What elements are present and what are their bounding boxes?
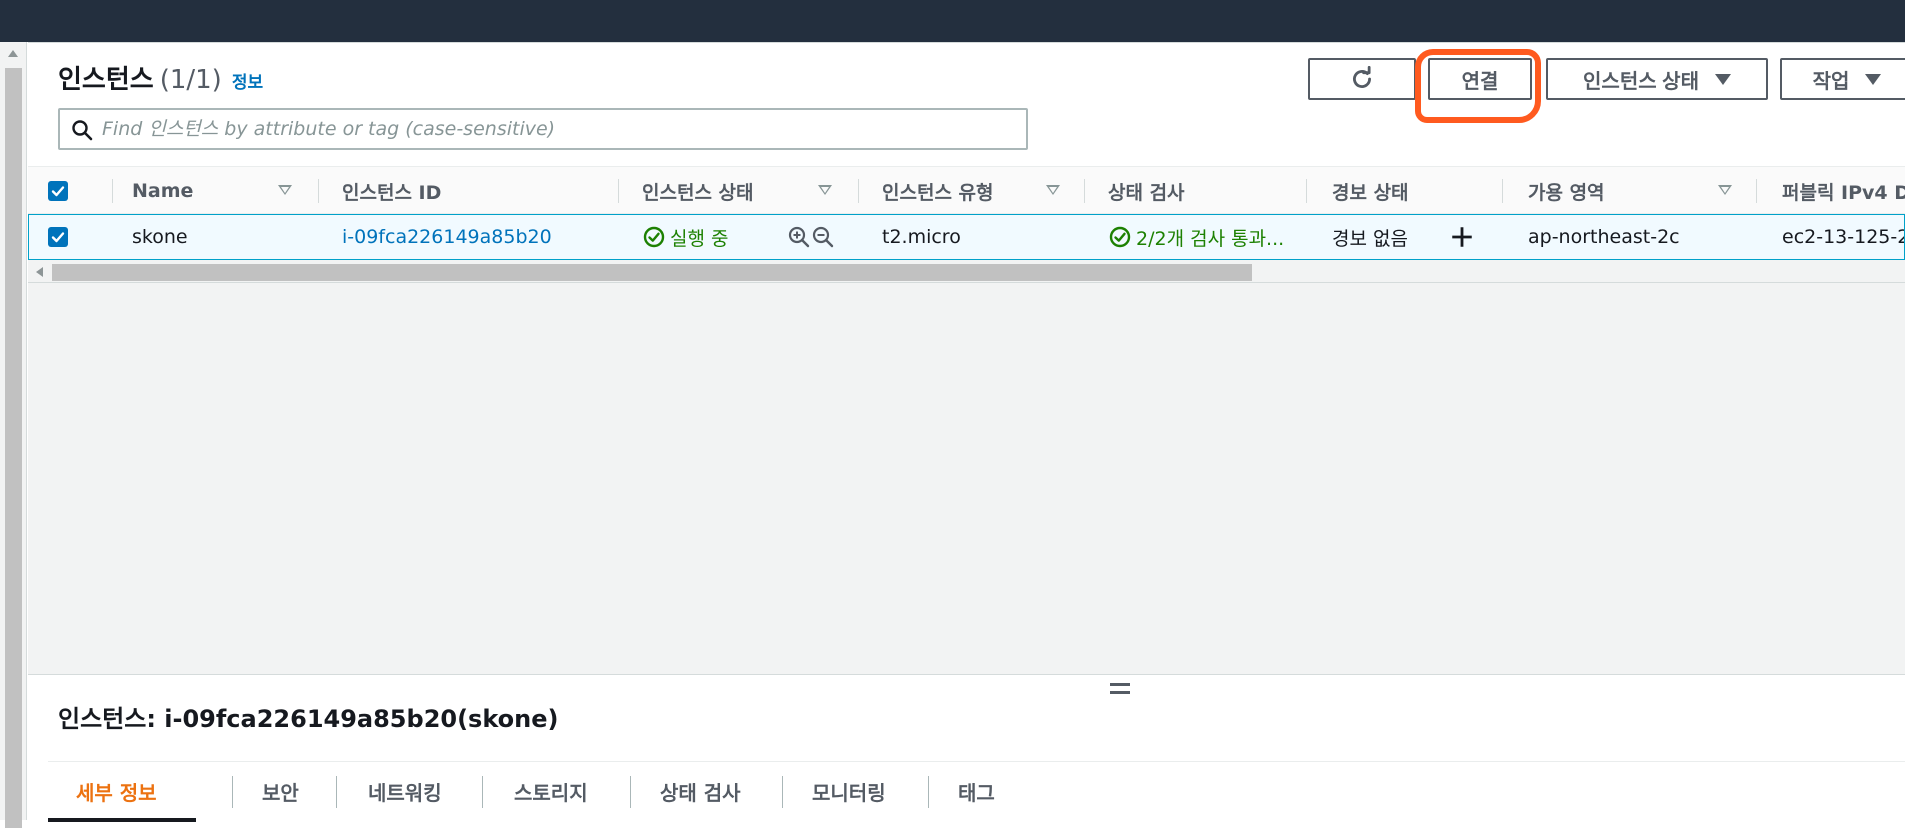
actions-dropdown[interactable]: 작업 (1780, 58, 1905, 100)
check-icon (51, 186, 65, 197)
instance-state-label: 인스턴스 상태 (1583, 70, 1699, 93)
add-alarm-button[interactable] (1449, 215, 1475, 259)
connect-button[interactable]: 연결 (1428, 58, 1532, 100)
status-ok-icon (1109, 226, 1131, 248)
refresh-button[interactable] (1308, 58, 1416, 100)
active-tab-underline (48, 818, 196, 822)
sort-instance-state[interactable] (818, 167, 838, 215)
detail-title: 인스턴스: i-09fca226149a85b20(skone) (58, 705, 559, 733)
column-header-instance-type[interactable]: 인스턴스 유형 (882, 167, 994, 215)
cell-alarm-state: 경보 없음 (1332, 227, 1408, 250)
actions-label: 작업 (1812, 70, 1850, 93)
info-link[interactable]: 정보 (232, 73, 263, 93)
check-icon (51, 232, 65, 243)
column-header-instance-id[interactable]: 인스턴스 ID (342, 167, 441, 215)
instances-page: 인스턴스(1/1) 정보 연결 인스턴스 상태 작업 Name 인스턴스 ID 인… (28, 42, 1905, 822)
column-header-alarm-state[interactable]: 경보 상태 (1332, 167, 1409, 215)
cell-status-check[interactable]: 2/2개 검사 통과... (1108, 215, 1338, 259)
instance-id-link[interactable]: i-09fca226149a85b20 (342, 215, 552, 259)
select-all-checkbox[interactable] (48, 181, 68, 201)
refresh-icon (1353, 66, 1371, 88)
column-header-status-check[interactable]: 상태 검사 (1108, 167, 1185, 215)
table-row[interactable]: skone i-09fca226149a85b20 실행 중 t2.micro … (28, 214, 1905, 260)
cell-availability-zone: ap-northeast-2c (1528, 226, 1680, 248)
instances-panel-header: 인스턴스 (1/1) 정보 연결 인스턴스 상태 작업 (28, 42, 1905, 166)
tab-storage[interactable]: 스토리지 (514, 762, 588, 820)
scroll-left-icon[interactable] (36, 267, 43, 277)
resize-handle-icon[interactable] (1110, 683, 1130, 699)
cell-public-ipv4: ec2-13-125-2 (1782, 226, 1904, 248)
instance-detail-panel: 인스턴스: i-09fca226149a85b20(skone) 세부 정보 보… (28, 674, 1905, 822)
cell-zoom-controls (787, 215, 835, 259)
sort-icon (1046, 185, 1060, 195)
search-icon (72, 120, 93, 141)
horizontal-scrollbar-thumb[interactable] (52, 264, 1252, 281)
sort-instance-type[interactable] (1046, 167, 1066, 215)
connect-button-label: 연결 (1461, 70, 1499, 93)
cell-instance-type: t2.micro (882, 226, 961, 248)
sort-availability-zone[interactable] (1718, 167, 1738, 215)
detail-tabs: 세부 정보 보안 네트워킹 스토리지 상태 검사 모니터링 태그 (48, 761, 1905, 822)
tab-networking[interactable]: 네트워킹 (368, 762, 442, 820)
zoom-out-icon[interactable] (811, 225, 835, 249)
tab-monitoring[interactable]: 모니터링 (812, 762, 886, 820)
vertical-scrollbar[interactable] (0, 42, 27, 828)
tab-security[interactable]: 보안 (262, 762, 299, 820)
tab-status-checks[interactable]: 상태 검사 (660, 762, 741, 820)
scroll-up-icon[interactable] (8, 50, 18, 57)
search-box[interactable] (58, 108, 1028, 150)
tab-tags[interactable]: 태그 (958, 762, 995, 820)
page-title-text: 인스턴스 (58, 65, 154, 95)
sort-name[interactable] (278, 167, 298, 215)
status-ok-icon (643, 226, 665, 248)
search-input[interactable] (102, 114, 1012, 144)
console-top-bar (0, 0, 1905, 42)
sort-icon (818, 185, 832, 195)
instance-count: (1/1) (159, 65, 222, 95)
page-title: 인스턴스 (1/1) 정보 (58, 59, 263, 96)
column-header-instance-state[interactable]: 인스턴스 상태 (642, 167, 754, 215)
plus-icon (1452, 227, 1472, 247)
cell-name: skone (132, 226, 188, 248)
scrollbar-thumb[interactable] (5, 68, 22, 828)
column-header-availability-zone[interactable]: 가용 영역 (1528, 167, 1605, 215)
zoom-in-icon[interactable] (787, 225, 811, 249)
sort-icon (278, 185, 292, 195)
caret-down-icon (1865, 73, 1882, 85)
column-header-name[interactable]: Name (132, 167, 193, 215)
cell-instance-state: 실행 중 (642, 215, 728, 259)
row-checkbox[interactable] (48, 227, 68, 247)
instance-state-dropdown[interactable]: 인스턴스 상태 (1546, 58, 1768, 100)
sort-icon (1718, 185, 1732, 195)
column-header-public-ipv4[interactable]: 퍼블릭 IPv4 D (1782, 167, 1905, 215)
horizontal-scrollbar[interactable] (28, 261, 1905, 283)
status-check-text: 2/2개 검사 통과... (1136, 227, 1285, 250)
instance-state-text: 실행 중 (670, 227, 729, 250)
table-header: Name 인스턴스 ID 인스턴스 상태 인스턴스 유형 상태 검사 경보 상태… (28, 166, 1905, 214)
tab-details[interactable]: 세부 정보 (76, 762, 157, 820)
caret-down-icon (1714, 73, 1731, 85)
